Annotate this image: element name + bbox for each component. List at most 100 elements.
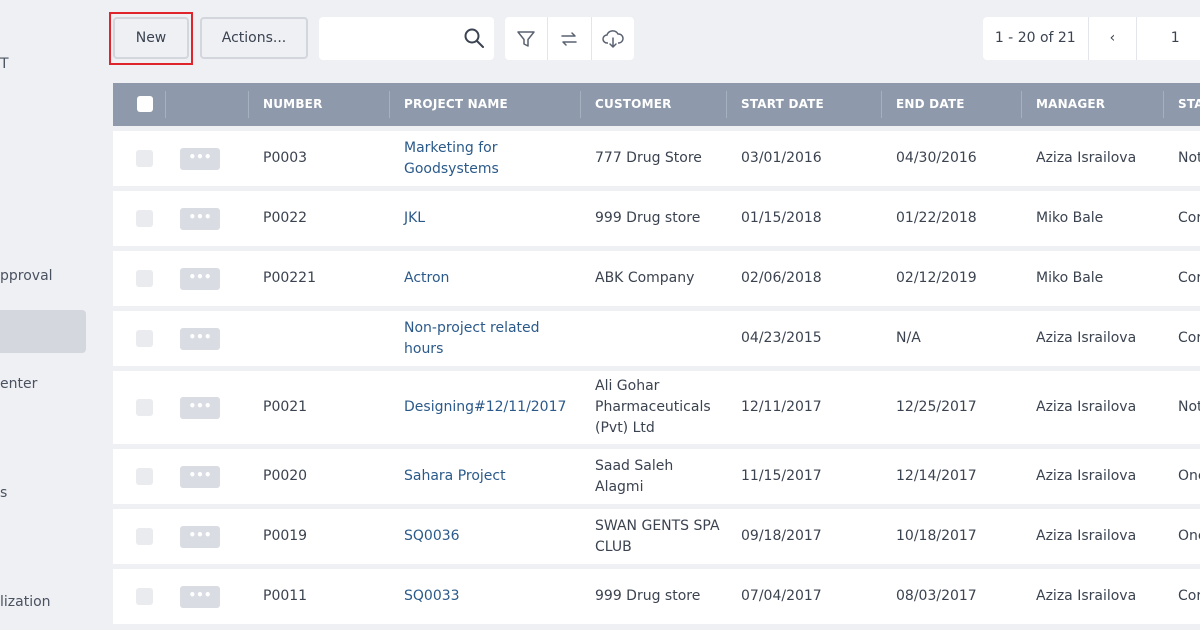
- cell-end-date: 12/25/2017: [896, 399, 977, 415]
- header-start-date[interactable]: START DATE: [741, 83, 824, 126]
- cell-status: One: [1178, 468, 1200, 484]
- sidebar-item-approval[interactable]: pproval: [0, 268, 53, 284]
- cell-manager: Aziza Israilova: [1036, 468, 1137, 484]
- row-checkbox[interactable]: [136, 528, 153, 545]
- cell-start-date: 11/15/2017: [741, 468, 822, 484]
- row-checkbox[interactable]: [136, 468, 153, 485]
- cell-number: P0022: [263, 210, 308, 226]
- pagination-range: 1 - 20 of 21: [983, 17, 1089, 60]
- table-row[interactable]: ••• P0020 Sahara Project Saad Saleh Alagmi 1…: [113, 449, 1200, 504]
- pagination: 1 - 20 of 21 ‹ 1: [983, 17, 1200, 60]
- sidebar-item-center[interactable]: enter: [0, 376, 37, 392]
- row-checkbox[interactable]: [136, 588, 153, 605]
- cell-status: Cor: [1178, 210, 1200, 226]
- row-menu-button[interactable]: •••: [180, 526, 220, 548]
- sidebar: T pproval enter s lization: [0, 0, 100, 630]
- cell-start-date: 09/18/2017: [741, 528, 822, 544]
- cell-status: Cor: [1178, 588, 1200, 604]
- table-row[interactable]: ••• P0019 SQ0036 SWAN GENTS SPA CLUB 09/18/2…: [113, 509, 1200, 564]
- search-input[interactable]: [329, 17, 463, 60]
- cell-end-date: 01/22/2018: [896, 210, 977, 226]
- header-end-date[interactable]: END DATE: [896, 83, 965, 126]
- cell-manager: Miko Bale: [1036, 270, 1104, 286]
- table-header: NUMBER PROJECT NAME CUSTOMER START DATE …: [113, 83, 1200, 126]
- cell-number: P0021: [263, 399, 308, 415]
- row-menu-button[interactable]: •••: [180, 148, 220, 170]
- cell-project-name[interactable]: SQ0033: [404, 569, 569, 624]
- select-all-checkbox[interactable]: [137, 96, 153, 112]
- cell-manager: Aziza Israilova: [1036, 330, 1137, 346]
- cell-number: P0011: [263, 588, 308, 604]
- sidebar-item-1[interactable]: T: [0, 56, 9, 72]
- row-menu-button[interactable]: •••: [180, 208, 220, 230]
- chevron-left-icon[interactable]: ‹: [1089, 17, 1138, 60]
- row-checkbox[interactable]: [136, 330, 153, 347]
- cell-end-date: N/A: [896, 330, 921, 346]
- sidebar-item-localization[interactable]: lization: [0, 594, 51, 610]
- header-divider: [389, 91, 390, 118]
- cell-customer: Ali Gohar Pharmaceuticals (Pvt) Ltd: [595, 378, 711, 436]
- cell-start-date: 03/01/2016: [741, 150, 822, 166]
- row-checkbox[interactable]: [136, 270, 153, 287]
- cell-end-date: 02/12/2019: [896, 270, 977, 286]
- swap-icon[interactable]: [548, 17, 592, 60]
- cell-number: P0003: [263, 150, 308, 166]
- cell-end-date: 10/18/2017: [896, 528, 977, 544]
- header-number[interactable]: NUMBER: [263, 83, 323, 126]
- row-menu-button[interactable]: •••: [180, 397, 220, 419]
- cell-customer: SWAN GENTS SPA CLUB: [595, 517, 720, 555]
- row-checkbox[interactable]: [136, 210, 153, 227]
- cell-project-name[interactable]: SQ0036: [404, 509, 569, 564]
- actions-button[interactable]: Actions...: [200, 17, 308, 59]
- row-menu-button[interactable]: •••: [180, 328, 220, 350]
- table-row[interactable]: ••• P0003 Marketing for Goodsystems 777 Dru…: [113, 131, 1200, 186]
- table-row[interactable]: ••• P0021 Designing#12/11/2017 Ali Gohar Ph…: [113, 371, 1200, 444]
- cell-number: P0019: [263, 528, 308, 544]
- table-row[interactable]: ••• Non-project related hours 04/23/2015 N/…: [113, 311, 1200, 366]
- cell-number: P00221: [263, 270, 316, 286]
- sidebar-active-item[interactable]: [0, 310, 86, 353]
- cell-manager: Aziza Israilova: [1036, 150, 1137, 166]
- cell-number: [263, 311, 383, 366]
- page-number[interactable]: 1: [1137, 17, 1200, 60]
- cell-manager: Aziza Israilova: [1036, 528, 1137, 544]
- header-manager[interactable]: MANAGER: [1036, 83, 1105, 126]
- header-divider: [165, 91, 166, 118]
- header-customer[interactable]: CUSTOMER: [595, 83, 672, 126]
- cell-project-name[interactable]: Designing#12/11/2017: [404, 371, 569, 444]
- row-menu-button[interactable]: •••: [180, 268, 220, 290]
- cell-status: One: [1178, 528, 1200, 544]
- row-checkbox[interactable]: [136, 399, 153, 416]
- row-menu-button[interactable]: •••: [180, 586, 220, 608]
- cell-project-name[interactable]: Sahara Project: [404, 449, 569, 504]
- cell-start-date: 02/06/2018: [741, 270, 822, 286]
- table-row[interactable]: ••• P0022 JKL 999 Drug store 01/15/2018 01/22…: [113, 191, 1200, 246]
- toolbar-icon-group: [505, 17, 634, 60]
- header-divider: [1021, 91, 1022, 118]
- header-status[interactable]: STA: [1178, 83, 1200, 126]
- header-project-name[interactable]: PROJECT NAME: [404, 83, 508, 126]
- cell-customer: 999 Drug store: [595, 210, 701, 226]
- cell-end-date: 12/14/2017: [896, 468, 977, 484]
- new-button[interactable]: New: [113, 17, 189, 59]
- cell-start-date: 12/11/2017: [741, 399, 822, 415]
- filter-icon[interactable]: [505, 17, 549, 60]
- search-icon[interactable]: [464, 28, 484, 52]
- sidebar-item-s[interactable]: s: [0, 485, 7, 501]
- header-divider: [248, 91, 249, 118]
- cell-project-name[interactable]: Marketing for Goodsystems: [404, 131, 569, 186]
- cell-project-name[interactable]: JKL: [404, 191, 569, 246]
- cloud-download-icon[interactable]: [592, 17, 634, 60]
- header-divider: [881, 91, 882, 118]
- cell-project-name[interactable]: Non-project related hours: [404, 311, 569, 366]
- cell-status: Cor: [1178, 330, 1200, 346]
- table-row[interactable]: ••• P0011 SQ0033 999 Drug store 07/04/2017 08…: [113, 569, 1200, 624]
- row-checkbox[interactable]: [136, 150, 153, 167]
- cell-start-date: 04/23/2015: [741, 330, 822, 346]
- table-row[interactable]: ••• P00221 Actron ABK Company 02/06/2018 02/1…: [113, 251, 1200, 306]
- cell-end-date: 08/03/2017: [896, 588, 977, 604]
- cell-project-name[interactable]: Actron: [404, 251, 569, 306]
- row-menu-button[interactable]: •••: [180, 466, 220, 488]
- cell-status: Cor: [1178, 270, 1200, 286]
- header-divider: [1163, 91, 1164, 118]
